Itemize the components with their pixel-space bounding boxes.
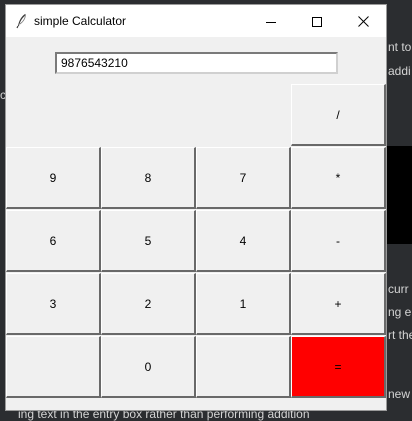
button-label: 2 xyxy=(144,296,152,311)
divide-button[interactable]: / xyxy=(291,84,386,146)
maximize-icon xyxy=(312,12,322,31)
feather-icon xyxy=(14,13,30,29)
digit-3-button[interactable]: 3 xyxy=(6,273,101,335)
digit-4-button[interactable]: 4 xyxy=(196,210,291,272)
title-bar[interactable]: simple Calculator xyxy=(6,5,386,37)
close-button[interactable] xyxy=(340,5,386,37)
button-label: 5 xyxy=(144,233,152,248)
background-text: addi xyxy=(388,64,411,78)
calculator-window: simple Calculator 9876543210 / 9 8 7 * 6… xyxy=(6,5,386,410)
window-title: simple Calculator xyxy=(34,14,127,28)
digit-9-button[interactable]: 9 xyxy=(6,147,101,209)
digit-8-button[interactable]: 8 xyxy=(101,147,196,209)
digit-7-button[interactable]: 7 xyxy=(196,147,291,209)
button-label: + xyxy=(334,296,342,311)
display-entry[interactable]: 9876543210 xyxy=(55,52,338,74)
close-icon xyxy=(357,12,369,31)
blank-button-left[interactable] xyxy=(6,336,101,398)
digit-0-button[interactable]: 0 xyxy=(101,336,196,398)
button-label: 1 xyxy=(239,296,247,311)
button-label: * xyxy=(335,170,341,185)
digit-2-button[interactable]: 2 xyxy=(101,273,196,335)
background-text: new xyxy=(388,387,411,401)
digit-1-button[interactable]: 1 xyxy=(196,273,291,335)
button-label: 3 xyxy=(49,296,57,311)
background-text: rt the xyxy=(388,328,412,342)
button-label: 9 xyxy=(49,170,57,185)
button-label: = xyxy=(334,359,342,374)
button-label: - xyxy=(336,233,340,248)
button-label: / xyxy=(336,107,340,122)
equals-button[interactable]: = xyxy=(291,336,386,398)
button-label: 7 xyxy=(239,170,247,185)
button-label: 8 xyxy=(144,170,152,185)
minimize-button[interactable] xyxy=(248,5,294,37)
background-terminal-block xyxy=(385,146,412,244)
button-label: 4 xyxy=(239,233,247,248)
background-text: nt to xyxy=(388,40,412,54)
maximize-button[interactable] xyxy=(294,5,340,37)
add-button[interactable]: + xyxy=(291,273,386,335)
minimize-icon xyxy=(266,12,276,31)
digit-6-button[interactable]: 6 xyxy=(6,210,101,272)
blank-button-right[interactable] xyxy=(196,336,291,398)
background-text: ng e xyxy=(388,305,412,319)
calculator-body: 9876543210 / 9 8 7 * 6 5 4 - 3 2 1 + 0 = xyxy=(6,37,386,410)
subtract-button[interactable]: - xyxy=(291,210,386,272)
background-text: curr xyxy=(388,282,409,296)
button-label: 0 xyxy=(144,359,152,374)
digit-5-button[interactable]: 5 xyxy=(101,210,196,272)
multiply-button[interactable]: * xyxy=(291,147,386,209)
button-label: 6 xyxy=(49,233,57,248)
